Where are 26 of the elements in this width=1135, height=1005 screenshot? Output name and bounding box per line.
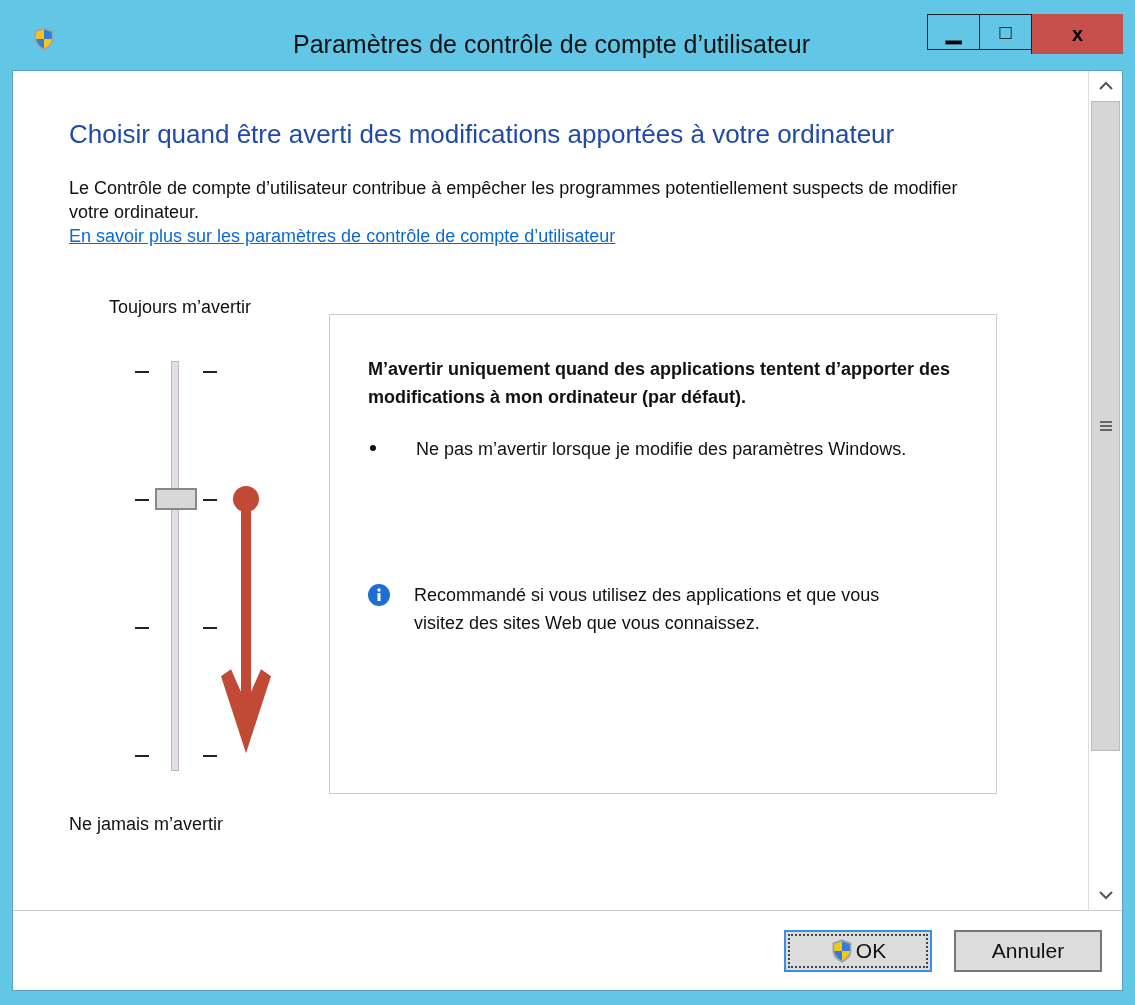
shield-icon [32, 26, 56, 52]
cancel-button[interactable]: Annuler [954, 929, 1102, 972]
window-title: Paramètres de contrôle de compte d’utilisateur [293, 29, 810, 60]
tick-mark [135, 755, 149, 757]
tick-mark [203, 627, 217, 629]
description-text: Le Contrôle de compte d’utilisateur contribue à empêcher les programmes potentiellement suspects de modifier votre ordinateur. [69, 177, 959, 224]
slider-thumb[interactable] [155, 487, 197, 510]
tick-mark [135, 371, 149, 373]
tick-mark [135, 499, 149, 501]
learn-more-link[interactable]: En savoir plus sur les paramètres de contrôle de compte d’utilisateur [69, 224, 616, 248]
minimize-button[interactable]: ▁ [927, 14, 979, 50]
bullet-text: Ne pas m’avertir lorsque je modifie des paramètres Windows. [416, 438, 908, 461]
close-button[interactable]: x [1031, 14, 1123, 54]
setting-title: M’avertir uniquement quand des applications tentent d’apporter des modifications à mon ordinateur (par défaut). [368, 358, 952, 409]
scroll-thumb[interactable] [1091, 101, 1120, 751]
recommendation-text: Recommandé si vous utilisez des applications et que vous visitez des sites Web que vous connaissez. [414, 584, 881, 635]
top-label: Toujours m’avertir [109, 296, 253, 319]
tick-mark [135, 627, 149, 629]
tick-mark [203, 371, 217, 373]
bottom-label: Ne jamais m’avertir [69, 813, 225, 836]
tick-mark [203, 499, 217, 501]
ok-button[interactable]: OK [784, 929, 932, 972]
info-icon [368, 584, 390, 606]
tick-mark [203, 755, 217, 757]
page-heading: Choisir quand être averti des modifications apportées à votre ordinateur [69, 118, 896, 151]
scrollbar[interactable] [1088, 71, 1122, 910]
